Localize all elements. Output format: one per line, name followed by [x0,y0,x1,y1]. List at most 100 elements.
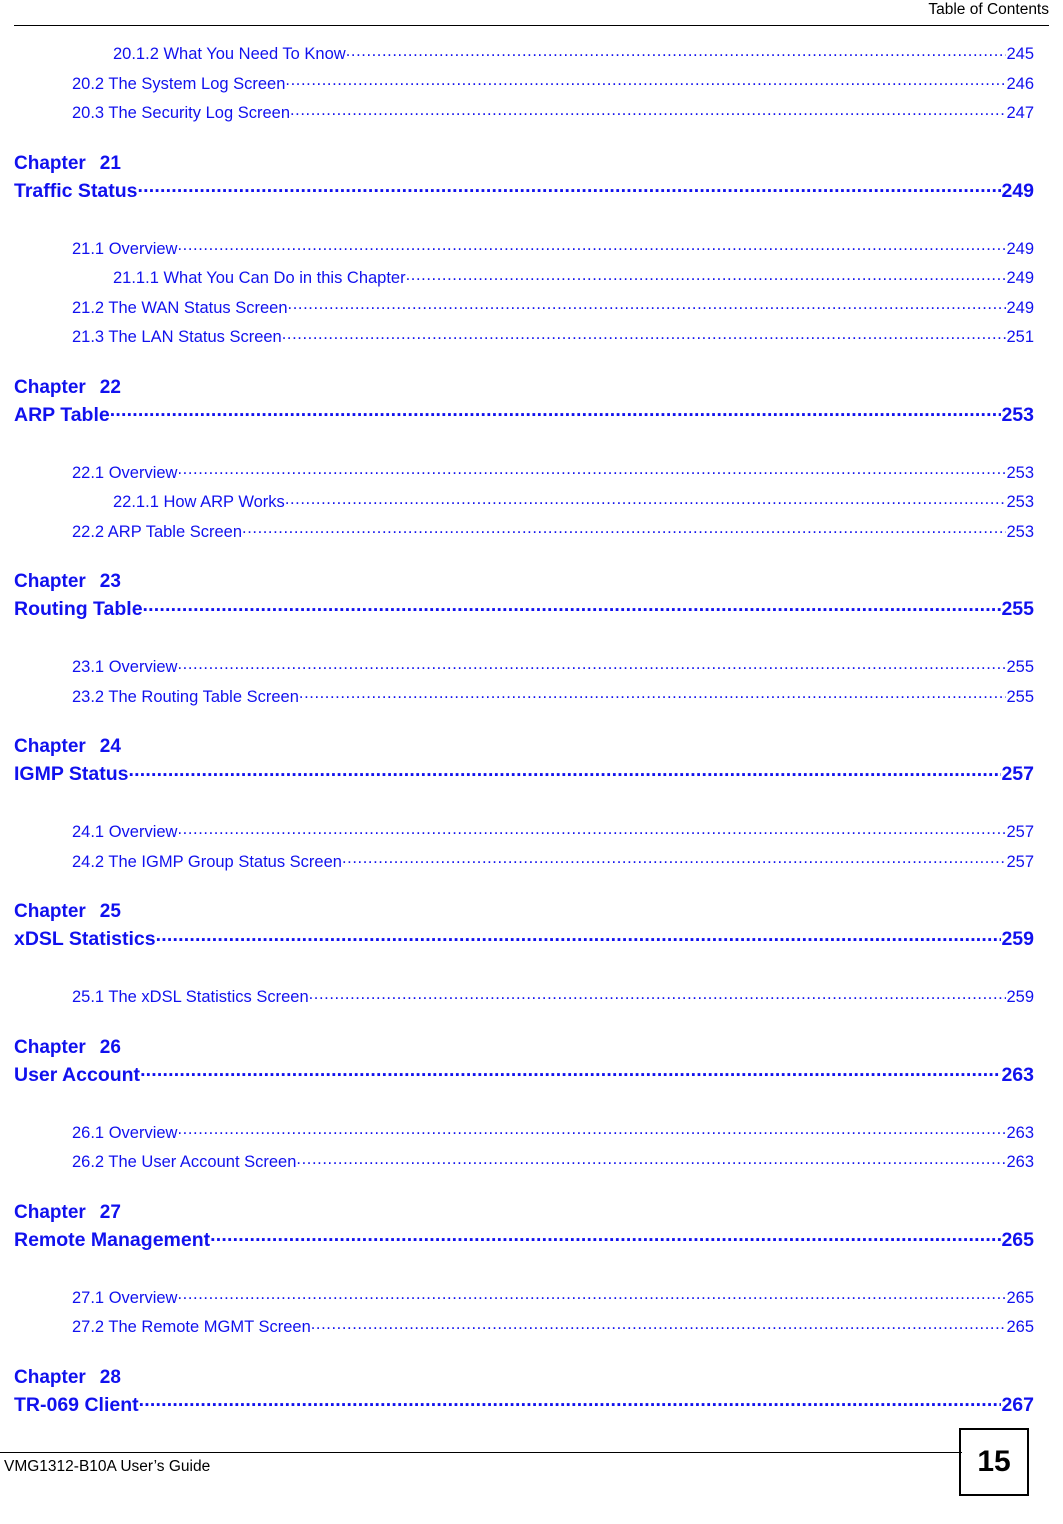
toc-leader-dots [177,1121,1006,1138]
toc-entry-page: 255 [1006,687,1034,706]
footer-divider [0,1452,962,1453]
chapter-title: TR-069 Client [14,1393,139,1416]
toc-entry[interactable]: 22.1 Overview 253 [0,459,1063,489]
chapter-toc-entry[interactable]: ARP Table 253 [14,401,1034,429]
chapter-number: 28 [99,1366,121,1388]
toc-entry-title: 26.1 Overview [72,1123,178,1142]
toc-leader-dots [406,267,1007,284]
chapter-label: Chapter 22 [14,375,1034,401]
toc-leader-dots [285,491,1007,508]
chapter-label: Chapter 26 [14,1035,1034,1061]
toc-entry-title: 22.1.1 How ARP Works [113,493,285,511]
toc-entry[interactable]: 21.1.1 What You Can Do in this Chapter 2… [0,264,1063,294]
toc-leader-dots [138,177,1002,197]
chapter-toc-entry[interactable]: Remote Management 265 [14,1226,1034,1254]
toc-entry-title: 23.1 Overview [72,658,178,676]
toc-leader-dots [177,821,1006,838]
toc-leader-dots [110,401,1002,421]
toc-entry[interactable]: 20.2 The System Log Screen 246 [0,70,1063,100]
chapter-heading-block[interactable]: Chapter 28 TR-069 Client 267 [0,1365,1063,1419]
toc-entry-title: 24.1 Overview [72,823,178,841]
toc-entry-title: 21.3 The LAN Status Screen [72,328,282,346]
chapter-toc-entry[interactable]: xDSL Statistics 259 [14,925,1034,953]
toc-entry[interactable]: 21.1 Overview 249 [0,235,1063,265]
toc-entry[interactable]: 27.1 Overview 265 [0,1284,1063,1314]
toc-entry-page: 263 [1006,1123,1034,1142]
chapter-toc-entry[interactable]: TR-069 Client 267 [14,1391,1034,1419]
chapter-page: 267 [1001,1393,1034,1416]
chapter-title: IGMP Status [14,763,129,785]
page-header-title: Table of Contents [928,1,1049,18]
toc-entry-page: 257 [1006,823,1034,841]
toc-leader-dots [309,986,1007,1003]
chapter-word: Chapter [14,1036,86,1058]
toc-entry[interactable]: 20.3 The Security Log Screen 247 [0,99,1063,129]
chapter-heading-block[interactable]: Chapter 21 Traffic Status 249 [0,151,1063,205]
toc-entry-title: 27.2 The Remote MGMT Screen [72,1318,311,1336]
toc-entry-page: 259 [1006,988,1034,1006]
toc-entry[interactable]: 22.2 ARP Table Screen 253 [0,518,1063,548]
chapter-title: ARP Table [14,403,110,426]
chapter-word: Chapter [14,901,86,922]
toc-entry[interactable]: 23.1 Overview 255 [0,653,1063,683]
toc-entry[interactable]: 21.3 The LAN Status Screen 251 [0,323,1063,353]
toc-leader-dots [177,237,1006,254]
chapter-heading-block[interactable]: Chapter 26 User Account 263 [0,1035,1063,1089]
chapter-number: 21 [99,152,121,174]
toc-leader-dots [346,43,1007,60]
toc-entry-title: 21.1.1 What You Can Do in this Chapter [113,269,406,287]
toc-leader-dots [210,1226,1001,1246]
chapter-word: Chapter [14,571,86,592]
chapter-heading-block[interactable]: Chapter 24 IGMP Status 257 [0,734,1063,788]
toc-entry[interactable]: 20.1.2 What You Need To Know 245 [0,40,1063,70]
chapter-toc-entry[interactable]: Traffic Status 249 [14,177,1034,205]
page-header: Table of Contents [0,0,1063,28]
chapter-page: 255 [1001,598,1034,620]
toc-entry-page: 245 [1006,45,1034,63]
toc-entry-title: 21.1 Overview [72,239,178,258]
toc-entry[interactable]: 23.2 The Routing Table Screen 255 [0,683,1063,713]
header-divider [14,25,1049,26]
page-number: 15 [977,1445,1011,1478]
chapter-heading-block[interactable]: Chapter 25 xDSL Statistics 259 [0,899,1063,953]
toc-entry[interactable]: 24.2 The IGMP Group Status Screen 257 [0,848,1063,878]
toc-leader-dots [177,656,1006,673]
chapter-number: 27 [99,1201,121,1223]
chapter-heading-block[interactable]: Chapter 22 ARP Table 253 [0,375,1063,429]
toc-leader-dots [282,326,1007,343]
chapter-label: Chapter 23 [14,569,1034,595]
toc-entry-page: 265 [1006,1318,1034,1336]
toc-entry[interactable]: 26.2 The User Account Screen 263 [0,1148,1063,1178]
chapter-label: Chapter 21 [14,151,1034,177]
toc-leader-dots [296,1151,1006,1168]
chapter-toc-entry[interactable]: IGMP Status 257 [14,760,1034,788]
toc-entry-page: 249 [1006,239,1034,258]
toc-leader-dots [288,296,1007,313]
chapter-toc-entry[interactable]: Routing Table 255 [14,595,1034,623]
toc-entry-page: 246 [1006,74,1034,93]
toc-entry[interactable]: 24.1 Overview 257 [0,818,1063,848]
chapter-toc-entry[interactable]: User Account 263 [14,1061,1034,1089]
toc-entry-page: 247 [1006,104,1034,122]
chapter-title: Traffic Status [14,179,138,202]
chapter-word: Chapter [14,736,86,757]
toc-entry[interactable]: 26.1 Overview 263 [0,1119,1063,1149]
chapter-heading-block[interactable]: Chapter 23 Routing Table 255 [0,569,1063,623]
toc-leader-dots [242,520,1006,537]
toc-leader-dots [299,685,1007,702]
toc-entry[interactable]: 22.1.1 How ARP Works 253 [0,488,1063,518]
chapter-word: Chapter [14,152,86,174]
chapter-page: 265 [1001,1228,1034,1251]
chapter-number: 25 [99,901,121,922]
chapter-word: Chapter [14,1366,86,1388]
chapter-heading-block[interactable]: Chapter 27 Remote Management 265 [0,1200,1063,1254]
toc-entry[interactable]: 27.2 The Remote MGMT Screen 265 [0,1313,1063,1343]
chapter-page: 263 [1001,1063,1034,1086]
toc-entry-title: 24.2 The IGMP Group Status Screen [72,852,342,871]
toc-entry[interactable]: 25.1 The xDSL Statistics Screen 259 [0,983,1063,1013]
toc-entry[interactable]: 21.2 The WAN Status Screen 249 [0,294,1063,324]
